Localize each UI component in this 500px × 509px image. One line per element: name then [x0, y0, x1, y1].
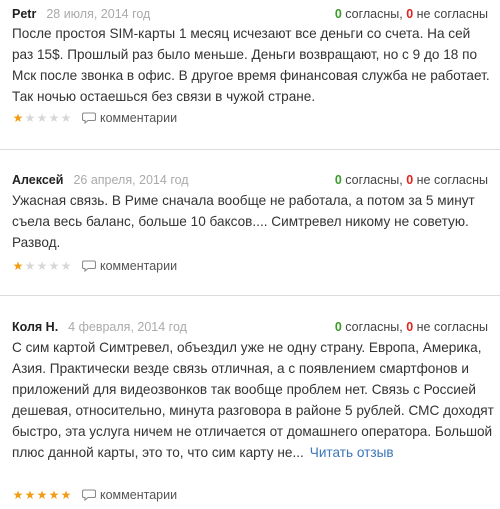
star-icon: ★ — [12, 488, 24, 502]
comments-label[interactable]: комментарии — [100, 258, 177, 274]
review-votes: 0 согласны, 0 не согласны — [335, 170, 488, 190]
review-text: С сим картой Симтревел, объездил уже не … — [12, 337, 494, 463]
disagree-count[interactable]: 0 — [406, 173, 413, 187]
comment-icon — [82, 260, 96, 272]
star-icon: ★ — [24, 111, 36, 125]
rating-stars: ★ ★ ★ ★ ★ — [12, 112, 72, 124]
star-icon: ★ — [36, 111, 48, 125]
divider — [0, 149, 500, 150]
review-author: Petr — [12, 7, 37, 21]
comments-label[interactable]: комментарии — [100, 487, 177, 503]
review-footer: ★ ★ ★ ★ ★ комментарии — [12, 258, 177, 274]
star-icon: ★ — [60, 111, 72, 125]
star-icon: ★ — [36, 259, 48, 273]
star-icon: ★ — [12, 259, 24, 273]
disagree-count[interactable]: 0 — [406, 320, 413, 334]
disagree-label: не согласны — [416, 7, 488, 21]
review-date: 28 июля, 2014 год — [46, 7, 151, 21]
read-more-link[interactable]: Читать отзыв — [310, 445, 394, 460]
star-icon: ★ — [60, 259, 72, 273]
review-votes: 0 согласны, 0 не согласны — [335, 4, 488, 24]
agree-count[interactable]: 0 — [335, 7, 342, 21]
rating-stars: ★ ★ ★ ★ ★ — [12, 260, 72, 272]
comments-link[interactable]: комментарии — [82, 258, 177, 274]
star-icon: ★ — [24, 259, 36, 273]
rating-stars: ★ ★ ★ ★ ★ — [12, 489, 72, 501]
star-icon: ★ — [12, 111, 24, 125]
review-footer: ★ ★ ★ ★ ★ комментарии — [12, 110, 177, 126]
comments-link[interactable]: комментарии — [82, 487, 177, 503]
review-footer: ★ ★ ★ ★ ★ комментарии — [12, 487, 177, 503]
review-text-body: С сим картой Симтревел, объездил уже не … — [12, 340, 494, 460]
star-icon: ★ — [48, 488, 60, 502]
review-date: 26 апреля, 2014 год — [73, 173, 189, 187]
review-votes: 0 согласны, 0 не согласны — [335, 317, 488, 337]
divider — [0, 295, 500, 296]
agree-label: согласны, — [345, 320, 403, 334]
review-date: 4 февраля, 2014 год — [68, 320, 187, 334]
star-icon: ★ — [24, 488, 36, 502]
agree-label: согласны, — [345, 173, 403, 187]
disagree-count[interactable]: 0 — [406, 7, 413, 21]
star-icon: ★ — [48, 111, 60, 125]
comments-link[interactable]: комментарии — [82, 110, 177, 126]
agree-label: согласны, — [345, 7, 403, 21]
agree-count[interactable]: 0 — [335, 173, 342, 187]
comments-label[interactable]: комментарии — [100, 110, 177, 126]
review-text: Ужасная связь. В Риме сначала вообще не … — [12, 193, 475, 250]
star-icon: ★ — [60, 488, 72, 502]
star-icon: ★ — [36, 488, 48, 502]
review-author: Коля Н. — [12, 320, 59, 334]
agree-count[interactable]: 0 — [335, 320, 342, 334]
review-header: Petr 28 июля, 2014 год 0 согласны, 0 не с… — [12, 4, 494, 24]
disagree-label: не согласны — [416, 320, 488, 334]
star-icon: ★ — [48, 259, 60, 273]
review-author: Алексей — [12, 173, 64, 187]
comment-icon — [82, 489, 96, 501]
comment-icon — [82, 112, 96, 124]
disagree-label: не согласны — [416, 173, 488, 187]
review-header: Алексей 26 апреля, 2014 год 0 согласны, 0… — [12, 170, 494, 190]
review-text: После простоя SIM-карты 1 месяц исчезают… — [12, 26, 490, 104]
review-header: Коля Н. 4 февраля, 2014 год 0 согласны, 0… — [12, 317, 494, 337]
